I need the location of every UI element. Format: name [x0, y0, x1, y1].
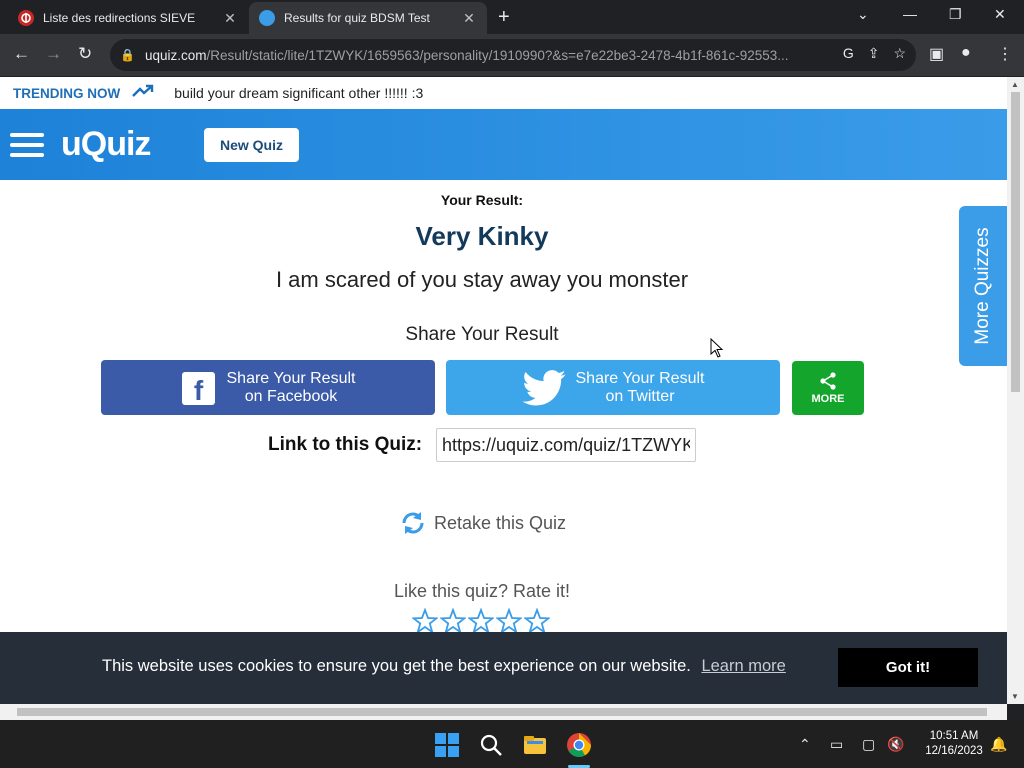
- volume-muted-icon[interactable]: 🔇: [887, 736, 904, 753]
- share-heading: Share Your Result: [405, 324, 559, 345]
- result-heading: Your Result:: [440, 192, 524, 208]
- tab-close-icon[interactable]: ✕: [222, 10, 238, 27]
- rating-star-icon[interactable]: [440, 608, 466, 634]
- cookie-accept-button[interactable]: Got it!: [838, 648, 978, 687]
- network-icon[interactable]: ▢: [862, 736, 875, 753]
- rating-star-icon[interactable]: [524, 608, 550, 634]
- url-host: uquiz.com: [144, 47, 207, 63]
- rating-star-icon[interactable]: [468, 608, 494, 634]
- mouse-cursor-icon: [710, 338, 724, 358]
- share-facebook-button[interactable]: f Share Your Result on Facebook: [101, 360, 435, 415]
- result-description: I am scared of you stay away you monster: [275, 267, 689, 292]
- windows-start-icon[interactable]: [434, 732, 460, 758]
- clock-time: 10:51 AM: [929, 730, 979, 742]
- share-twitter-button[interactable]: Share Your Result on Twitter: [446, 360, 780, 415]
- cookie-message: This website uses cookies to ensure you …: [102, 657, 691, 675]
- twitter-label-line2: on Twitter: [605, 388, 675, 405]
- hamburger-menu-icon[interactable]: [10, 133, 44, 157]
- side-panel-icon[interactable]: ▣: [929, 44, 944, 64]
- new-quiz-button[interactable]: New Quiz: [204, 128, 299, 162]
- url-path: /Result/static/lite/1TZWYK/1659563/perso…: [206, 47, 789, 63]
- more-quizzes-tab[interactable]: More Quizzes: [959, 206, 1007, 366]
- trending-bar: TRENDING NOW build your dream significan…: [0, 77, 1007, 109]
- share-icon: [820, 372, 836, 390]
- file-explorer-icon[interactable]: [522, 732, 548, 758]
- browser-toolbar: ← → ↻ 🔒 uquiz.com /Result/static/lite/1T…: [0, 34, 1024, 76]
- os-taskbar: ⌃ ▭ ▢ 🔇 10:51 AM 12/16/2023 🔔: [0, 720, 1024, 768]
- share-more-button[interactable]: MORE: [792, 361, 864, 415]
- rating-star-icon[interactable]: [412, 608, 438, 634]
- taskbar-search-icon[interactable]: [478, 732, 504, 758]
- lock-icon: 🔒: [120, 48, 135, 62]
- google-lens-icon[interactable]: G: [843, 45, 854, 62]
- vertical-scrollbar[interactable]: ▲ ▼: [1007, 77, 1024, 704]
- twitter-label-line1: Share Your Result: [575, 370, 705, 387]
- facebook-label-line1: Share Your Result: [226, 370, 356, 387]
- scroll-up-arrow-icon[interactable]: ▲: [1011, 80, 1019, 89]
- browser-tab[interactable]: Liste des redirections SIEVE ✕: [8, 2, 248, 34]
- reload-icon[interactable]: ↻: [78, 44, 92, 64]
- trending-arrow-icon: [132, 84, 154, 103]
- trending-label: TRENDING NOW: [13, 85, 121, 101]
- rating-star-icon[interactable]: [496, 608, 522, 634]
- cookie-learn-more-link[interactable]: Learn more: [701, 657, 785, 675]
- vertical-scroll-thumb[interactable]: [1011, 92, 1020, 392]
- more-label: MORE: [811, 393, 845, 405]
- tab-favicon-icon: [259, 10, 275, 26]
- clock-date: 12/16/2023: [925, 745, 983, 757]
- chrome-icon[interactable]: [566, 732, 592, 758]
- tab-favicon-icon: [18, 10, 34, 26]
- forward-arrow-icon[interactable]: →: [45, 44, 62, 64]
- quiz-link-label: Link to this Quiz:: [268, 434, 423, 455]
- back-arrow-icon[interactable]: ←: [13, 44, 30, 64]
- taskbar-clock[interactable]: 10:51 AM 12/16/2023: [914, 729, 994, 759]
- quiz-link-field[interactable]: [436, 428, 696, 462]
- window-close-icon[interactable]: ✕: [994, 6, 1006, 23]
- site-logo[interactable]: uQuiz: [61, 125, 151, 164]
- trending-link[interactable]: build your dream significant other !!!!!…: [174, 85, 423, 101]
- web-page: TRENDING NOW build your dream significan…: [0, 77, 1007, 704]
- profile-avatar-icon[interactable]: ●: [961, 44, 971, 62]
- site-header: uQuiz New Quiz: [0, 109, 1007, 180]
- tab-title: Liste des redirections SIEVE: [43, 11, 196, 25]
- horizontal-scroll-thumb[interactable]: [17, 708, 987, 716]
- scroll-down-arrow-icon[interactable]: ▼: [1011, 692, 1019, 701]
- more-quizzes-label: More Quizzes: [972, 227, 993, 345]
- restore-icon[interactable]: ❐: [949, 6, 962, 23]
- tray-app-icon[interactable]: ▭: [830, 736, 843, 753]
- result-title: Very Kinky: [415, 221, 549, 251]
- notification-bell-icon[interactable]: 🔔: [990, 736, 1007, 753]
- tab-search-chevron-icon[interactable]: ⌄: [857, 6, 869, 23]
- rating-label: Like this quiz? Rate it!: [393, 581, 571, 601]
- share-page-icon[interactable]: ⇪: [868, 45, 880, 62]
- refresh-icon: [402, 512, 424, 534]
- minimize-icon[interactable]: —: [903, 6, 917, 22]
- retake-quiz-link[interactable]: Retake this Quiz: [400, 510, 566, 536]
- retake-label: Retake this Quiz: [434, 512, 567, 533]
- tab-close-icon[interactable]: ✕: [461, 10, 477, 27]
- rating-stars: [412, 608, 550, 634]
- new-tab-plus-icon[interactable]: +: [498, 6, 510, 29]
- address-bar[interactable]: 🔒 uquiz.com /Result/static/lite/1TZWYK/1…: [110, 39, 916, 71]
- bookmark-star-icon[interactable]: ☆: [893, 45, 906, 62]
- browser-tab-active[interactable]: Results for quiz BDSM Test ✕: [249, 2, 487, 34]
- cookie-banner: This website uses cookies to ensure you …: [0, 632, 1007, 704]
- tray-overflow-chevron-icon[interactable]: ⌃: [799, 736, 811, 753]
- browser-menu-icon[interactable]: ⋮: [997, 44, 1013, 64]
- facebook-label-line2: on Facebook: [244, 388, 338, 405]
- horizontal-scrollbar[interactable]: [0, 704, 1007, 720]
- tab-title: Results for quiz BDSM Test: [284, 11, 430, 25]
- browser-tab-strip: Liste des redirections SIEVE ✕ Results f…: [0, 0, 1024, 34]
